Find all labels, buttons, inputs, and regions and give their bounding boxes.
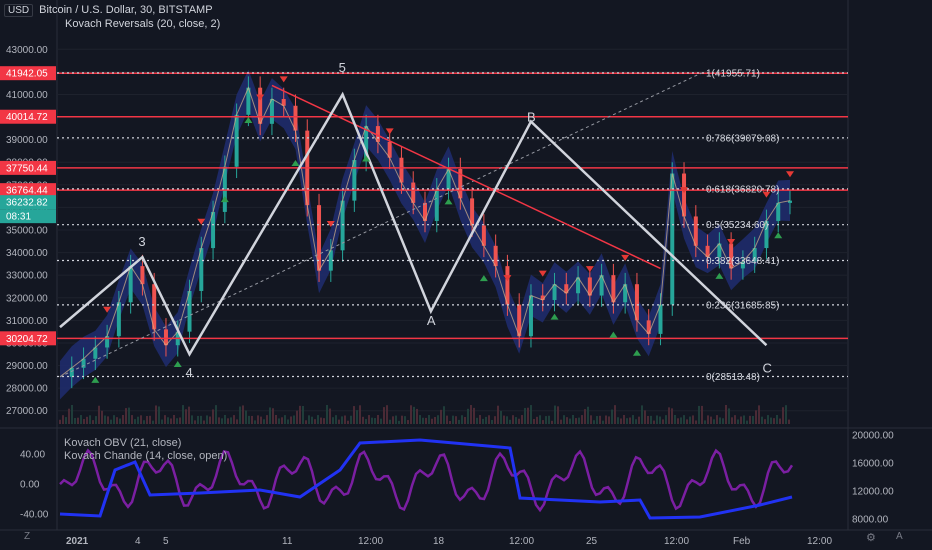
bull-reversal-marker (173, 361, 182, 368)
wave-label: 4 (186, 365, 193, 380)
x-tick-label: 18 (433, 536, 445, 547)
lower-right-tick: 12000.00 (852, 487, 894, 498)
bull-reversal-marker (479, 275, 488, 282)
lower-left-tick: 40.00 (20, 450, 45, 461)
wave-label: C (762, 360, 771, 375)
y-tick-label: 32000.00 (6, 293, 48, 304)
obv-indicator-title: Kovach OBV (21, close) (64, 437, 182, 449)
x-tick-label: 25 (586, 536, 598, 547)
y-tick-label: 31000.00 (6, 316, 48, 327)
chart-window: 43000.0042000.0041000.0040000.0039000.00… (0, 0, 932, 550)
fib-level-label: 0.786(39079.08) (706, 133, 779, 144)
price-label-text: 36764.44 (6, 186, 48, 197)
wave-label: B (527, 110, 536, 125)
fib-level-label: 0.5(35234.60) (706, 220, 768, 231)
price-label-text: 30204.72 (6, 334, 48, 345)
y-tick-label: 35000.00 (6, 226, 48, 237)
lower-right-tick: 20000.00 (852, 431, 894, 442)
y-tick-label: 29000.00 (6, 361, 48, 372)
currency-selector[interactable]: USD (4, 3, 34, 17)
y-tick-label: 39000.00 (6, 135, 48, 146)
bull-reversal-marker (715, 272, 724, 279)
x-tick-label: 5 (163, 536, 169, 547)
bull-reversal-marker (609, 331, 618, 338)
auto-scale-icon[interactable]: A (896, 531, 903, 542)
lower-left-tick: 0.00 (20, 480, 40, 491)
lower-left-tick: -40.00 (20, 510, 49, 521)
y-tick-label: 33000.00 (6, 271, 48, 282)
lower-right-tick: 16000.00 (852, 459, 894, 470)
bull-reversal-marker (244, 117, 253, 124)
fib-level-label: 1(41955.71) (706, 68, 760, 79)
bull-reversal-marker (444, 198, 453, 205)
bear-reversal-marker (385, 128, 394, 135)
y-tick-label: 27000.00 (6, 406, 48, 417)
price-label-text: 37750.44 (6, 163, 48, 174)
price-label-text: 40014.72 (6, 112, 48, 123)
bear-reversal-marker (786, 171, 794, 178)
bear-reversal-marker (538, 270, 547, 277)
y-tick-label: 41000.00 (6, 90, 48, 101)
y-tick-label: 34000.00 (6, 248, 48, 259)
price-label-text: 41942.05 (6, 69, 48, 80)
fib-level-label: 0.382(33648.41) (706, 256, 779, 267)
price-chart[interactable]: 43000.0042000.0041000.0040000.0039000.00… (0, 0, 932, 550)
gear-icon[interactable]: ⚙ (866, 531, 876, 544)
wave-label: A (427, 313, 436, 328)
symbol-title: Bitcoin / U.S. Dollar, 30, BITSTAMP (39, 4, 213, 16)
x-tick-label: 2021 (66, 536, 89, 547)
wave-label: 3 (138, 234, 145, 249)
x-tick-label: 12:00 (358, 536, 383, 547)
chart-header: USD Bitcoin / U.S. Dollar, 30, BITSTAMP … (4, 3, 220, 33)
x-tick-label: 12:00 (509, 536, 534, 547)
bear-reversal-marker (279, 76, 288, 83)
y-tick-label: 28000.00 (6, 384, 48, 395)
bull-reversal-marker (774, 232, 783, 239)
price-cloud (60, 69, 790, 400)
x-tick-label: 12:00 (807, 536, 832, 547)
bull-reversal-marker (632, 349, 641, 356)
indicator-title: Kovach Reversals (20, close, 2) (65, 18, 221, 30)
fib-level-label: 0(28513.48) (706, 372, 760, 383)
x-tick-label: 11 (282, 536, 293, 547)
lower-right-tick: 8000.00 (852, 515, 889, 526)
countdown-text: 08:31 (6, 212, 31, 223)
bull-reversal-marker (550, 313, 559, 320)
price-label-text: 36232.82 (6, 198, 48, 209)
fib-level-label: 0.236(31685.85) (706, 300, 779, 311)
bull-reversal-marker (91, 376, 100, 383)
x-tick-label: 4 (135, 536, 141, 547)
x-tick-label: 12:00 (664, 536, 689, 547)
tradingview-logo-icon[interactable]: Z (24, 531, 30, 542)
wave-label: 5 (339, 60, 346, 75)
y-tick-label: 43000.00 (6, 45, 48, 56)
chande-indicator-title: Kovach Chande (14, close, open) (64, 450, 228, 462)
x-tick-label: Feb (733, 536, 751, 547)
bull-reversal-marker (220, 196, 229, 203)
